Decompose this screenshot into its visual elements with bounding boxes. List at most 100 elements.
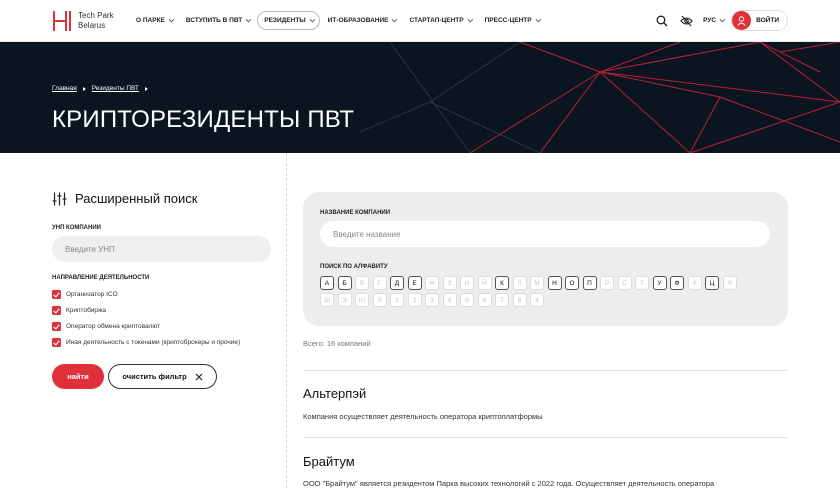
checkbox-other-token-activity[interactable]: Иная деятельность с токенами (криптоброк… [52,338,240,347]
nav-item-label: ВСТУПИТЬ В ПВТ [185,17,243,24]
network-lines-decoration [359,42,840,153]
breadcrumb-residents-link[interactable]: Резиденты ПВТ [92,85,139,92]
main-nav: О ПАРКЕ ВСТУПИТЬ В ПВТ РЕЗИДЕНТЫ ИТ-ОБРА… [130,11,547,30]
alphabet-letter[interactable]: О [565,276,579,290]
logo-mark-icon [53,11,71,31]
alphabet-letter: Я [372,293,387,307]
logo-text: Tech Park Belarus [78,11,128,31]
nav-item-about[interactable]: О ПАРКЕ [130,12,178,29]
checkbox-crypto-exchange-operator[interactable]: Оператор обмена криптовалют [52,322,160,331]
direction-label: НАПРАВЛЕНИЕ ДЕЯТЕЛЬНОСТИ [52,275,150,281]
alphabet-letter: Ч [722,276,737,290]
chevron-down-icon [719,16,726,22]
clear-filter-button[interactable]: очистить фильтр [108,364,217,389]
company-search-panel: НАЗВАНИЕ КОМПАНИИ ПОИСК ПО АЛФАВИТУ АБВГ… [303,192,788,326]
alphabet-letter[interactable]: У [652,276,667,290]
alphabet-letter: 8 [512,293,527,307]
chevron-down-icon [168,16,175,22]
checkbox-checked-icon [52,290,61,299]
breadcrumb-arrow-icon [144,86,148,91]
chevron-down-icon [392,16,398,22]
checkbox-label: Криптобиржа [66,307,107,314]
alphabet-letter[interactable]: К [495,276,509,290]
alphabet-letter[interactable]: Н [547,276,562,290]
nav-item-label: СТАРТАП-ЦЕНТР [409,17,464,24]
language-label: РУС [703,17,717,24]
logo-line2: Belarus [78,21,106,30]
alphabet-letter: 5 [460,293,474,307]
alphabet-row-2: ШЭЮЯ123456789 [320,293,548,307]
search-icon[interactable] [655,14,669,28]
breadcrumb-home-link[interactable]: Главная [52,85,77,92]
nav-item-label: ИТ-ОБРАЗОВАНИЕ [327,17,389,24]
alphabet-letter[interactable]: Е [407,276,422,290]
alphabet-letter[interactable]: Ц [705,276,719,290]
chevron-down-icon [535,16,541,22]
login-label: ВОЙТИ [756,17,779,24]
filter-sliders-icon [52,192,67,205]
results-total: Всего: 16 компаний [303,339,371,348]
company-name-label: НАЗВАНИЕ КОМПАНИИ [320,210,391,216]
checkbox-ico-organizer[interactable]: Организатор ICO [52,290,118,299]
unp-input[interactable] [52,236,271,262]
alphabet-letter[interactable]: Б [337,276,352,290]
nav-item-label: О ПАРКЕ [136,17,165,24]
breadcrumb: Главная Резиденты ПВТ [52,85,154,92]
nav-item-startup[interactable]: СТАРТАП-ЦЕНТР [403,12,476,29]
chevron-down-icon [467,16,473,22]
login-button[interactable]: ВОЙТИ [731,10,788,31]
alphabet-letter: Г [372,276,387,290]
accessibility-eye-icon[interactable] [679,14,693,28]
unp-label: УНП КОМПАНИИ [52,225,101,231]
logo[interactable]: Tech Park Belarus [52,10,128,32]
checkbox-crypto-exchange[interactable]: Криптобиржа [52,306,106,315]
chevron-down-icon [309,16,315,22]
clear-filter-label: очистить фильтр [122,372,187,381]
advanced-search-sidebar: Расширенный поиск УНП КОМПАНИИ НАПРАВЛЕН… [0,153,287,488]
alphabet-letter[interactable]: Д [390,276,404,290]
divider [303,370,788,371]
company-name[interactable]: Альтерпэй [303,386,366,401]
checkbox-checked-icon [52,322,61,331]
alphabet-letter: Т [635,276,649,290]
alphabet-letter: И [460,276,474,290]
alphabet-letter: 2 [407,293,422,307]
company-description: Компания осуществляет деятельность опера… [303,412,543,421]
language-switch[interactable]: РУС [703,16,726,24]
logo-line1: Tech Park [78,11,114,20]
alphabet-letter: С [617,276,632,290]
checkbox-checked-icon [52,338,61,347]
company-name-input[interactable] [320,221,770,247]
nav-item-join[interactable]: ВСТУПИТЬ В ПВТ [180,12,255,29]
company-name[interactable]: Брайтум [303,454,355,469]
header-actions: РУС ВОЙТИ [655,10,788,31]
divider [303,437,788,438]
alphabet-search-label: ПОИСК ПО АЛФАВИТУ [320,264,388,270]
checkbox-label: Иная деятельность с токенами (криптоброк… [66,339,241,346]
advanced-search-title-text: Расширенный поиск [75,191,198,206]
find-button[interactable]: найти [52,364,104,389]
alphabet-letter[interactable]: Ф [670,276,684,290]
checkbox-label: Оператор обмена криптовалют [66,323,161,330]
alphabet-letter: Л [512,276,527,290]
nav-item-press[interactable]: ПРЕСС-ЦЕНТР [479,12,545,29]
site-header: Tech Park Belarus О ПАРКЕ ВСТУПИТЬ В ПВТ… [0,0,840,42]
chevron-down-icon [245,16,252,22]
alphabet-letter: Ш [320,293,334,307]
alphabet-letter: 6 [477,293,492,307]
nav-item-education[interactable]: ИТ-ОБРАЗОВАНИЕ [322,12,402,29]
nav-item-residents[interactable]: РЕЗИДЕНТЫ [257,11,320,30]
alphabet-letter[interactable]: П [582,276,597,290]
page-title: КРИПТОРЕЗИДЕНТЫ ПВТ [52,106,355,133]
alphabet-letter: 4 [442,293,457,307]
alphabet-letter: Р [600,276,614,290]
alphabet-letter: З [442,276,457,290]
advanced-search-title: Расширенный поиск [52,191,197,206]
nav-item-label: РЕЗИДЕНТЫ [264,17,306,24]
alphabet-letter: Ю [355,293,369,307]
alphabet-letter: Э [337,293,352,307]
breadcrumb-arrow-icon [82,86,86,91]
alphabet-letter: Ж [425,276,439,290]
alphabet-letter[interactable]: А [320,276,334,290]
alphabet-letter: 9 [530,293,544,307]
